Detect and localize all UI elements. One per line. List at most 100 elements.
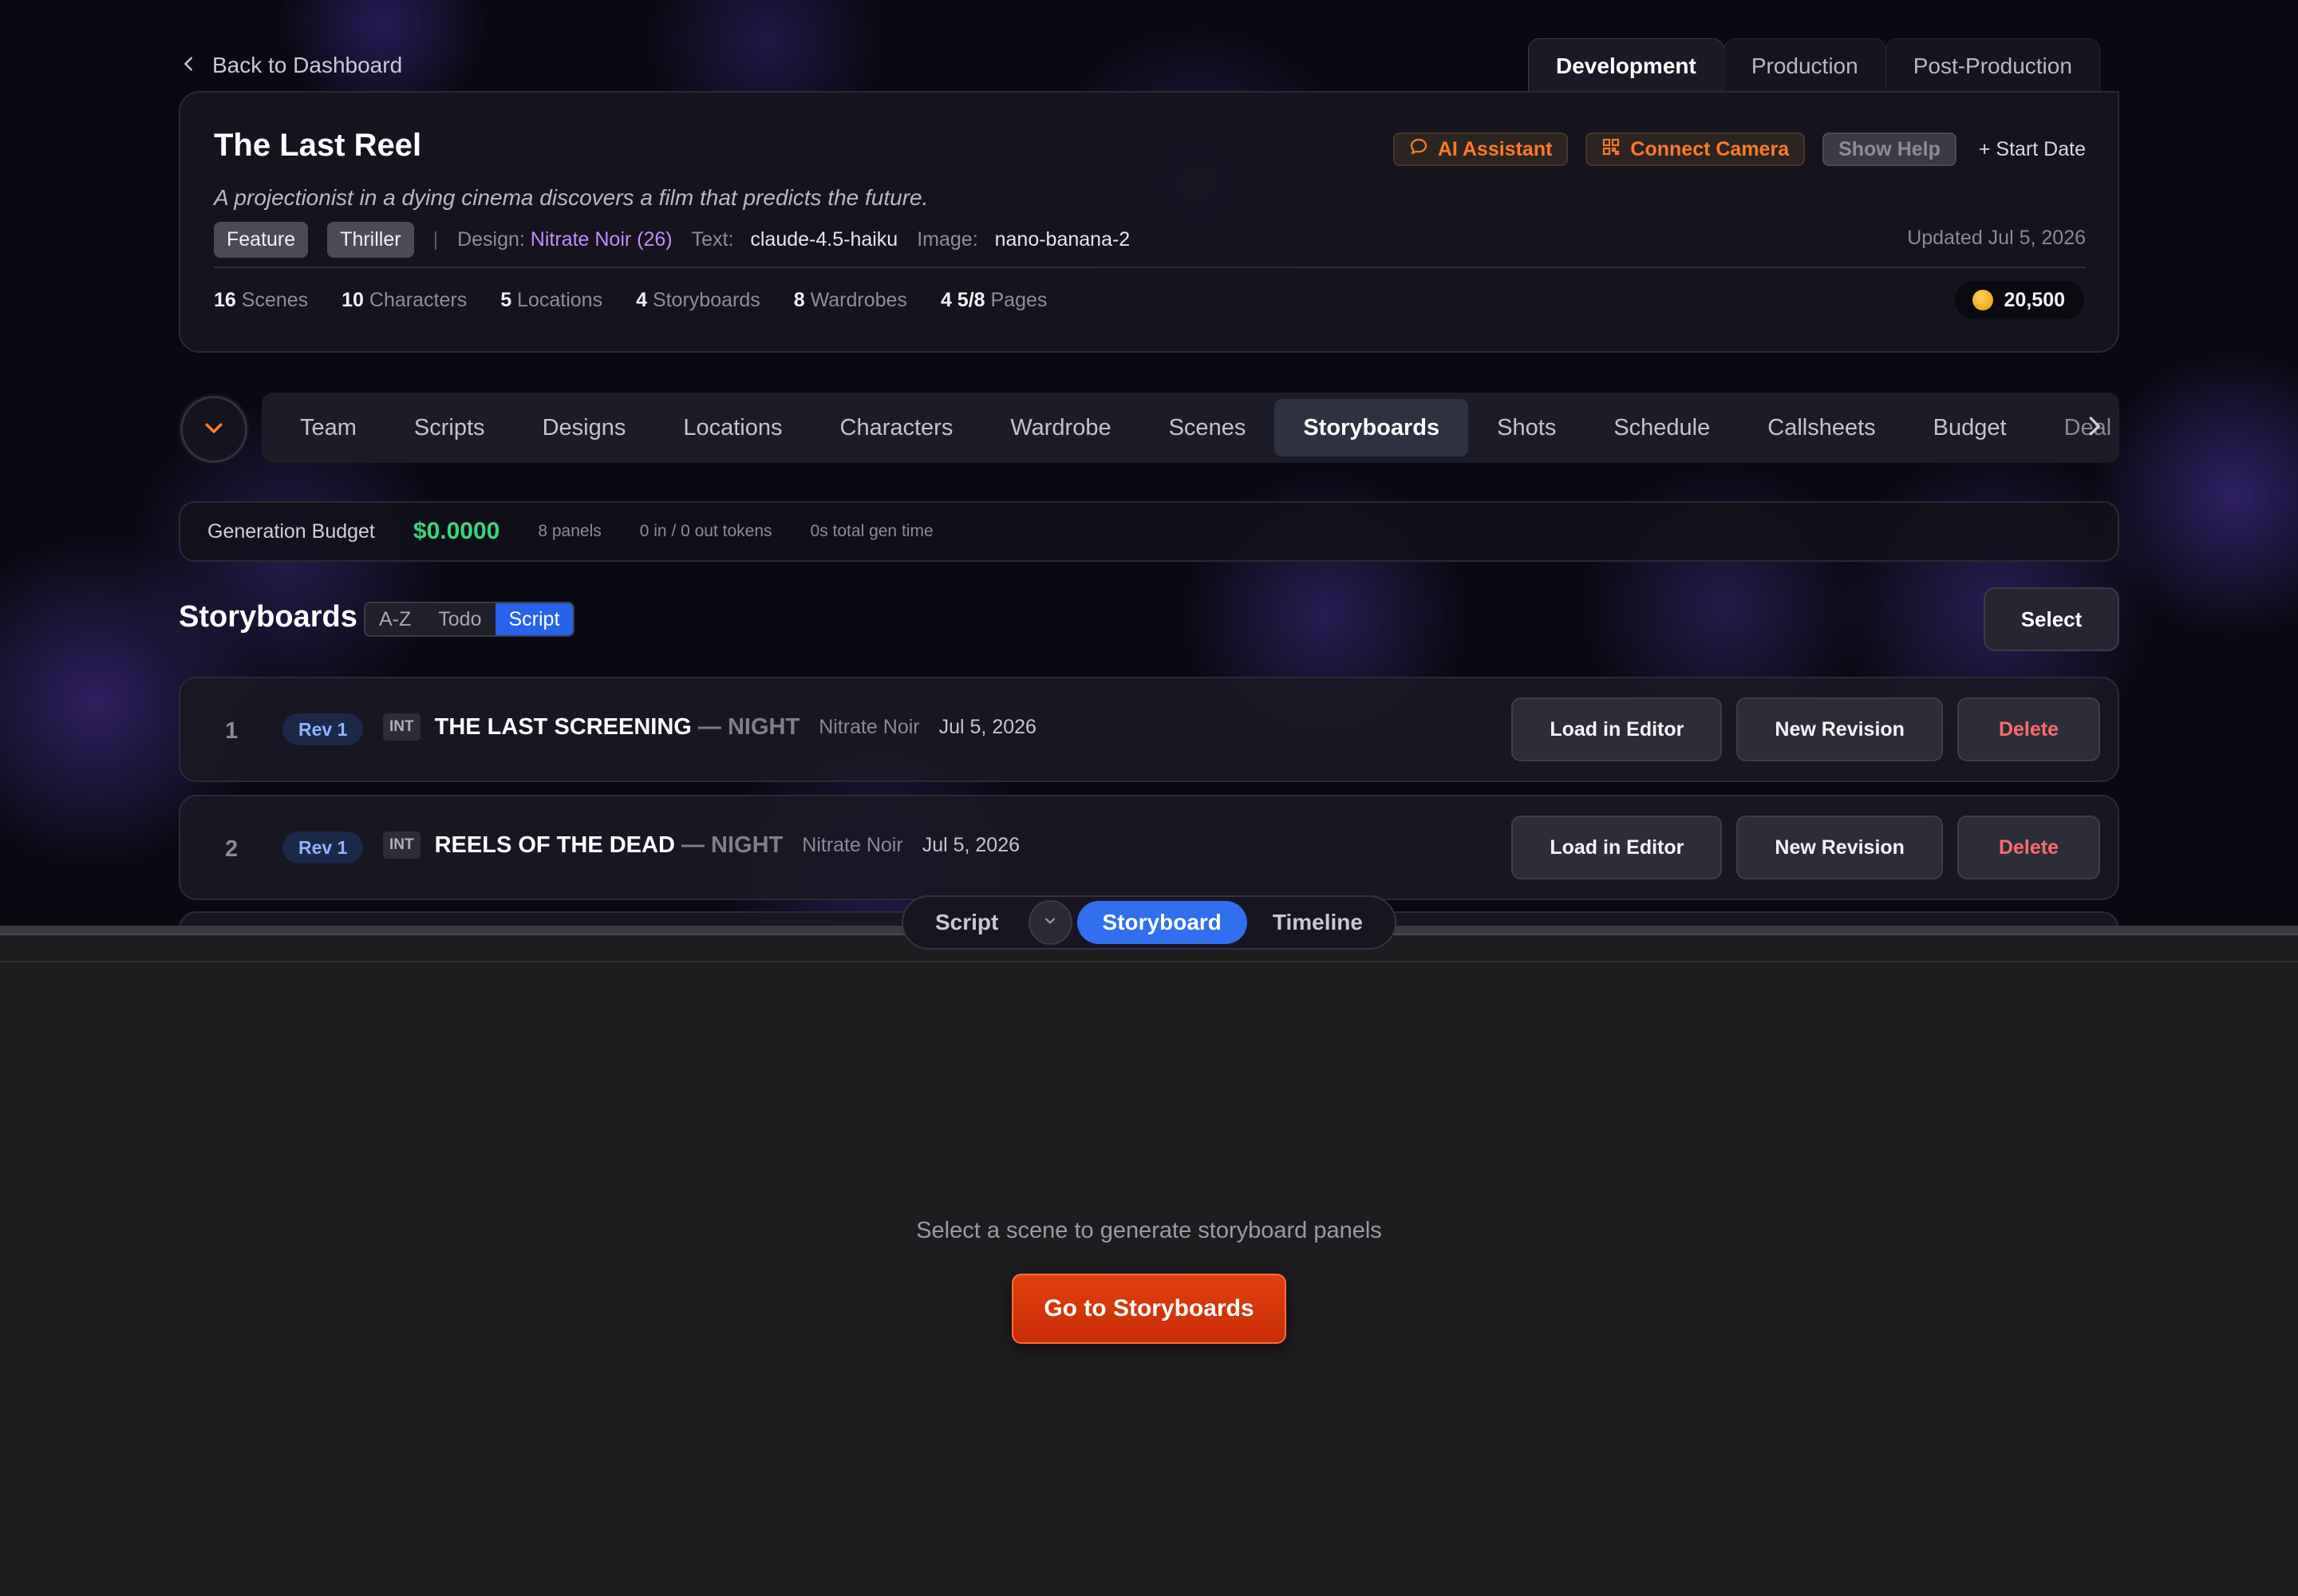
row-date: Jul 5, 2026	[922, 833, 1021, 856]
project-meta: Feature Thriller | Design: Nitrate Noir …	[214, 222, 1130, 258]
revision-badge: Rev 1	[282, 832, 364, 863]
credits-balance[interactable]: 20,500	[1954, 281, 2084, 319]
updated-date: Updated Jul 5, 2026	[1907, 227, 2086, 249]
ai-assistant-button[interactable]: AI Assistant	[1392, 132, 1569, 166]
nav-collapse-toggle[interactable]	[180, 396, 247, 463]
show-help-button[interactable]: Show Help	[1822, 132, 1956, 166]
scene-time-of-day: — NIGHT	[691, 713, 800, 740]
stat-label: Wardrobes	[810, 289, 907, 311]
tool-nav: Team Scripts Designs Locations Character…	[262, 393, 2119, 463]
view-switcher: Script Storyboard Timeline	[902, 895, 1396, 950]
panel-divider	[0, 961, 2298, 962]
int-ext-tag: INT	[383, 713, 421, 741]
tab-scenes[interactable]: Scenes	[1140, 399, 1275, 456]
format-tag: Feature	[214, 222, 309, 258]
stat-label: Locations	[517, 289, 603, 311]
text-model-meta: Text: claude-4.5-haiku	[692, 228, 898, 251]
connect-camera-button[interactable]: Connect Camera	[1585, 132, 1806, 166]
generation-budget-bar: Generation Budget $0.0000 8 panels 0 in …	[179, 501, 2119, 562]
ai-assistant-label: AI Assistant	[1437, 137, 1553, 160]
row-actions: Load in Editor New Revision Delete	[1511, 697, 2100, 761]
budget-label: Generation Budget	[207, 519, 375, 543]
budget-amount: $0.0000	[413, 518, 500, 544]
tab-scripts[interactable]: Scripts	[385, 399, 514, 456]
view-options-toggle[interactable]	[1029, 900, 1072, 945]
stat-wardrobes: 8 Wardrobes	[794, 289, 907, 312]
delete-button[interactable]: Delete	[1956, 816, 2100, 879]
select-button[interactable]: Select	[1984, 587, 2119, 651]
stat-value: 10	[342, 289, 364, 311]
scene-time-of-day: — NIGHT	[674, 832, 784, 858]
load-in-editor-button[interactable]: Load in Editor	[1511, 697, 1723, 761]
tab-callsheets[interactable]: Callsheets	[1739, 399, 1904, 456]
new-revision-button[interactable]: New Revision	[1736, 697, 1943, 761]
chevron-left-icon	[180, 53, 198, 78]
chat-bubble-icon	[1409, 137, 1428, 162]
view-script[interactable]: Script	[910, 901, 1024, 944]
tab-team[interactable]: Team	[271, 399, 385, 456]
budget-tokens: 0 in / 0 out tokens	[639, 522, 772, 540]
tab-production[interactable]: Production	[1723, 38, 1886, 93]
chevron-down-icon	[1042, 913, 1058, 933]
tab-designs[interactable]: Designs	[514, 399, 655, 456]
nav-scroll-right[interactable]	[2078, 412, 2110, 444]
meta-separator: |	[432, 228, 439, 251]
chevron-down-icon	[202, 416, 226, 444]
sort-az[interactable]: A-Z	[365, 603, 424, 635]
scene-heading: INT THE LAST SCREENING — NIGHT Nitrate N…	[383, 713, 1036, 741]
tab-locations[interactable]: Locations	[654, 399, 811, 456]
tab-storyboards[interactable]: Storyboards	[1274, 399, 1469, 456]
scene-location: REELS OF THE DEAD	[434, 832, 675, 858]
design-style: Nitrate Noir	[819, 715, 920, 738]
design-value-link[interactable]: Nitrate Noir (26)	[531, 228, 673, 251]
image-label: Image:	[917, 228, 978, 251]
storyboards-heading: Storyboards	[179, 600, 357, 634]
image-model-meta: Image: nano-banana-2	[917, 228, 1130, 251]
storyboard-row[interactable]: 1 Rev 1 INT THE LAST SCREENING — NIGHT N…	[179, 677, 2119, 782]
row-actions: Load in Editor New Revision Delete	[1511, 816, 2100, 879]
sort-script[interactable]: Script	[495, 603, 574, 635]
tab-post-production[interactable]: Post-Production	[1885, 38, 2100, 93]
sort-toggle: A-Z Todo Script	[364, 602, 575, 637]
coin-icon	[1972, 290, 1993, 310]
connect-camera-label: Connect Camera	[1630, 137, 1790, 160]
scene-location: THE LAST SCREENING	[434, 713, 692, 740]
stat-scenes: 16 Scenes	[214, 289, 308, 312]
genre-tag: Thriller	[327, 222, 414, 258]
phase-tabs: Development Production Post-Production	[1528, 38, 2100, 93]
tab-development[interactable]: Development	[1528, 38, 1724, 93]
scene-slug: THE LAST SCREENING — NIGHT	[435, 714, 800, 741]
qr-grid-icon	[1601, 137, 1621, 162]
go-to-storyboards-button[interactable]: Go to Storyboards	[1012, 1274, 1286, 1344]
design-style: Nitrate Noir	[802, 833, 903, 856]
scene-heading: INT REELS OF THE DEAD — NIGHT Nitrate No…	[383, 832, 1020, 859]
stat-value: 16	[214, 289, 236, 311]
design-label: Design:	[457, 228, 525, 251]
stat-label: Characters	[369, 289, 468, 311]
stat-value: 8	[793, 289, 805, 311]
tab-shots[interactable]: Shots	[1468, 399, 1585, 456]
new-revision-button[interactable]: New Revision	[1736, 816, 1943, 879]
project-actions: AI Assistant Connect Camera Show Help + …	[1392, 132, 2086, 166]
chevron-right-icon	[2082, 414, 2106, 442]
start-date-button[interactable]: + Start Date	[1974, 132, 2086, 166]
sort-todo[interactable]: Todo	[424, 603, 495, 635]
back-to-dashboard-link[interactable]: Back to Dashboard	[180, 53, 402, 78]
storyboard-row[interactable]: 2 Rev 1 INT REELS OF THE DEAD — NIGHT Ni…	[179, 795, 2119, 900]
view-storyboard[interactable]: Storyboard	[1076, 901, 1247, 944]
tab-characters[interactable]: Characters	[811, 399, 982, 456]
stat-pages: 4 5/8 Pages	[941, 289, 1047, 312]
load-in-editor-button[interactable]: Load in Editor	[1511, 816, 1723, 879]
view-timeline[interactable]: Timeline	[1247, 901, 1388, 944]
delete-button[interactable]: Delete	[1956, 697, 2100, 761]
budget-gen-time: 0s total gen time	[810, 522, 934, 540]
image-model-value: nano-banana-2	[994, 228, 1131, 251]
stat-label: Storyboards	[652, 289, 760, 311]
card-divider	[214, 267, 2086, 268]
tab-budget[interactable]: Budget	[1905, 399, 2035, 456]
project-stats: 16 Scenes 10 Characters 5 Locations 4 St…	[214, 289, 1047, 312]
stat-locations: 5 Locations	[500, 289, 602, 312]
tab-wardrobe[interactable]: Wardrobe	[981, 399, 1139, 456]
tab-schedule[interactable]: Schedule	[1585, 399, 1739, 456]
text-model-value: claude-4.5-haiku	[750, 228, 898, 251]
